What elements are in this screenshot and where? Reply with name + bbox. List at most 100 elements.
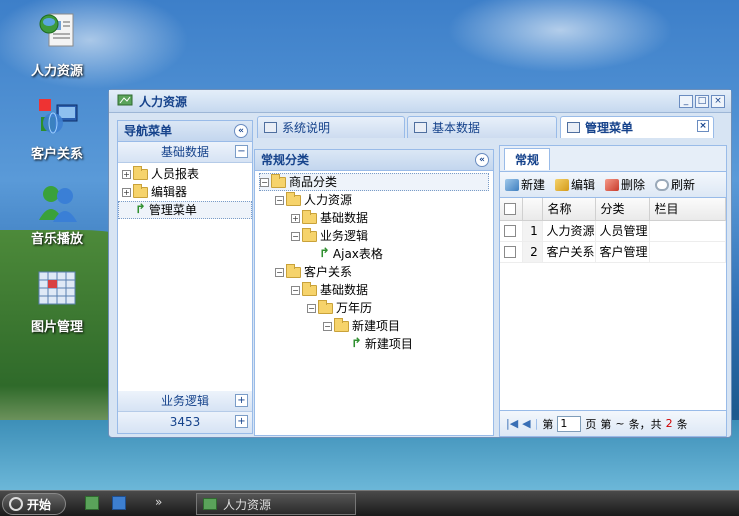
folder-open-icon: [334, 317, 349, 332]
grid-pager: |◀ ◀ | 第 1 页 第 ~ 条，共 2 条: [500, 410, 726, 436]
tree-node-hr[interactable]: − 人力资源: [259, 191, 493, 209]
desktop-icon-hr[interactable]: 人力资源: [17, 12, 97, 79]
tree-node-hr-logic[interactable]: − 业务逻辑: [259, 227, 493, 245]
tab-label: 基本数据: [432, 120, 481, 135]
window-app-icon: [117, 93, 133, 110]
refresh-button[interactable]: 刷新: [655, 176, 695, 193]
tab-label: 系统说明: [282, 120, 331, 135]
collapse-icon[interactable]: −: [291, 285, 300, 295]
prev-page-icon[interactable]: ◀: [522, 417, 530, 430]
tree-node-label: 业务逻辑: [320, 229, 369, 243]
collapse-icon[interactable]: −: [275, 267, 284, 277]
collapse-icon[interactable]: −: [275, 195, 284, 205]
nav-collapse-button[interactable]: «: [234, 124, 248, 138]
picture-grid-icon: [35, 268, 79, 312]
start-button[interactable]: 开始: [2, 493, 66, 515]
category-tree: − 商品分类 − 人力资源 + 基础数据 − 业务逻辑 ↱ Ajax表格 − 客…: [255, 171, 493, 353]
crm-network-icon: [35, 95, 79, 139]
task-app-icon: [203, 498, 217, 510]
new-button[interactable]: 新建: [505, 176, 545, 193]
column-header-name[interactable]: 名称: [542, 198, 596, 221]
quick-launch-more-icon[interactable]: »: [155, 495, 162, 509]
hr-window: 人力资源 _ □ × 导航菜单 « 基础数据 − + 人员报表 + 编辑器 ↱ …: [108, 89, 732, 438]
tab-window-icon: [567, 122, 580, 133]
row-checkbox[interactable]: [504, 246, 516, 258]
edit-button[interactable]: 编辑: [555, 176, 595, 193]
nav-item-manage-menu[interactable]: ↱ 管理菜单: [118, 201, 252, 219]
quick-launch-crm-icon[interactable]: [112, 496, 126, 510]
page-prefix: 第: [542, 417, 554, 431]
expand-icon[interactable]: +: [291, 213, 300, 223]
page-number-input[interactable]: 1: [557, 415, 582, 432]
tree-node-new-project-leaf[interactable]: ↱ 新建项目: [259, 335, 493, 353]
tab-system-notes[interactable]: 系统说明: [257, 116, 405, 138]
window-titlebar[interactable]: 人力资源: [109, 90, 731, 113]
page-suffix: 页: [585, 417, 597, 431]
quick-launch-hr-icon[interactable]: [85, 496, 99, 510]
tab-basic-data[interactable]: 基本数据: [407, 116, 557, 138]
refresh-button-label: 刷新: [671, 178, 696, 192]
nav-item-editor[interactable]: + 编辑器: [122, 183, 252, 201]
folder-open-icon: [286, 191, 301, 206]
main-tabstrip: 系统说明 基本数据 管理菜单 ×: [257, 116, 727, 138]
delete-button-label: 删除: [621, 178, 646, 192]
tree-node-hr-basic[interactable]: + 基础数据: [259, 209, 493, 227]
grid-header-row: 名称 分类 栏目: [500, 198, 727, 221]
taskbar-task-hr[interactable]: 人力资源: [196, 493, 356, 515]
table-row[interactable]: 2 客户关系 客户管理: [500, 241, 727, 263]
tab-manage-menu[interactable]: 管理菜单 ×: [560, 116, 714, 138]
tree-node-label: 客户关系: [304, 265, 353, 279]
tree-node-crm[interactable]: − 客户关系: [259, 263, 493, 281]
column-header-category[interactable]: 分类: [595, 198, 650, 221]
tree-node-label: 基础数据: [320, 211, 369, 225]
tab-window-icon: [414, 122, 427, 133]
expand-icon[interactable]: +: [122, 187, 131, 197]
desktop-icon-crm[interactable]: 客户关系: [17, 95, 97, 162]
nav-item-label: 管理菜单: [148, 203, 197, 217]
cell-column: [649, 220, 727, 242]
tree-node-ajax-grid[interactable]: ↱ Ajax表格: [259, 245, 493, 263]
row-checkbox-cell[interactable]: [500, 241, 523, 263]
expand-icon[interactable]: +: [122, 169, 131, 179]
collapse-icon[interactable]: −: [235, 145, 248, 158]
select-all-checkbox[interactable]: [504, 203, 516, 216]
row-checkbox-cell[interactable]: [500, 220, 523, 242]
expand-icon[interactable]: +: [235, 394, 248, 407]
desktop-icon-music[interactable]: 音乐播放: [17, 180, 97, 247]
tree-node-goods[interactable]: − 商品分类: [259, 173, 489, 191]
desktop-icon-label: 人力资源: [30, 64, 83, 79]
close-button[interactable]: ×: [711, 95, 725, 108]
tree-node-new-project[interactable]: − 新建项目: [259, 317, 493, 335]
task-label: 人力资源: [223, 497, 272, 512]
column-header-column[interactable]: 栏目: [649, 198, 727, 221]
nav-section-3453[interactable]: 3453 +: [118, 412, 252, 433]
tab-close-icon[interactable]: ×: [697, 120, 709, 132]
collapse-icon[interactable]: −: [307, 303, 316, 313]
grid-panel: 常规 新建 编辑 删除 刷新 名称 分类 栏目 1 人力资源 人员管理 2 客户…: [499, 145, 727, 437]
category-collapse-button[interactable]: «: [475, 153, 489, 167]
tree-node-calendar[interactable]: − 万年历: [259, 299, 493, 317]
window-controls: _ □ ×: [679, 95, 725, 108]
delete-button[interactable]: 删除: [605, 176, 645, 193]
table-row[interactable]: 1 人力资源 人员管理: [500, 220, 727, 242]
row-number: 2: [522, 241, 543, 263]
first-page-icon[interactable]: |◀: [506, 417, 518, 430]
minimize-button[interactable]: _: [679, 95, 693, 108]
maximize-button[interactable]: □: [695, 95, 709, 108]
collapse-icon[interactable]: −: [260, 177, 269, 187]
select-all-header[interactable]: [500, 198, 523, 221]
nav-section-basic-data[interactable]: 基础数据 −: [118, 142, 252, 163]
tab-general[interactable]: 常规: [504, 148, 551, 170]
tree-node-label: Ajax表格: [332, 247, 383, 261]
tree-node-crm-basic[interactable]: − 基础数据: [259, 281, 493, 299]
nav-section-business-logic[interactable]: 业务逻辑 +: [118, 391, 252, 412]
expand-icon[interactable]: +: [235, 415, 248, 428]
cell-name: 人力资源: [542, 220, 596, 242]
collapse-icon[interactable]: −: [323, 321, 332, 331]
collapse-icon[interactable]: −: [291, 231, 300, 241]
cell-name: 客户关系: [542, 241, 596, 263]
row-checkbox[interactable]: [504, 225, 516, 237]
folder-open-icon: [318, 299, 333, 314]
desktop-icon-pictures[interactable]: 图片管理: [17, 268, 97, 335]
nav-item-staff-report[interactable]: + 人员报表: [122, 165, 252, 183]
